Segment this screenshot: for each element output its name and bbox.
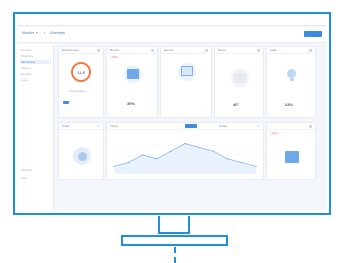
sidebar-item-help[interactable]: Help [21,176,51,180]
chevron-down-icon[interactable]: ▾ [36,31,38,35]
bottom-right-card[interactable]: • alarm [266,122,316,180]
card-title: Light [270,48,277,52]
more-icon[interactable] [309,125,312,128]
data-point [198,146,200,149]
card-header: Chart ▾ [59,123,103,130]
data-point [226,158,229,160]
sidebar: Devices Overview Monitoring Alarms Repor… [18,44,54,210]
sidebar-item-logs[interactable]: Logs [21,78,51,82]
device-icon [285,151,299,163]
card-header: Sensor [161,47,211,54]
more-icon[interactable] [309,49,312,52]
gauge-label: Temperature [69,89,86,93]
breadcrumb-root[interactable]: Monitor [22,31,34,35]
monitor-neck [158,216,190,234]
card-header: Light [267,47,315,54]
more-icon[interactable] [151,49,154,52]
sensor-icon [181,66,193,76]
main-content: Environment 11.8 Temperature Device • of… [58,46,322,206]
more-icon[interactable] [257,49,260,52]
lightbulb-base [289,78,294,81]
lightbulb-icon [287,69,296,78]
more-icon[interactable] [205,49,208,52]
sidebar-item-alarms[interactable]: Alarms [21,66,51,70]
card-title: Chart [62,124,70,128]
range-label[interactable]: Today [219,124,227,128]
chart-title: Trend [110,124,118,128]
data-point [212,150,215,152]
monitor-icon [127,69,139,79]
offline-badge: • offline [110,56,119,59]
bottom-left-card[interactable]: Chart ▾ [58,122,104,180]
chevron-down-icon[interactable]: ▾ [257,124,259,128]
data-point [184,142,186,145]
tab-active[interactable] [185,124,197,128]
card-title: Panel [218,48,226,52]
data-point [241,161,243,164]
device-card-1[interactable]: Device • offline 39% [106,46,158,118]
app-header: Monitor ▾ • Overview [18,27,326,43]
gauge-value: 11.8 [77,70,85,75]
alarm-badge: • alarm [270,132,279,135]
data-point [155,158,158,160]
panel-value: 40° [233,102,240,107]
monitor-frame: Monitor ▾ • Overview Devices Overview Mo… [13,12,331,215]
window-topbar [18,17,326,26]
chevron-down-icon[interactable]: ▾ [97,124,99,128]
data-point [255,165,257,168]
monitor-base [121,235,228,246]
status-card[interactable]: Environment 11.8 Temperature [58,46,104,118]
trend-chart-card[interactable]: Trend Today ▾ [106,122,264,180]
device-card-4[interactable]: Light 23% [266,46,316,118]
device-card-2[interactable]: Sensor ‹ › [160,46,212,118]
light-value: 23% [285,102,294,107]
data-point [127,161,129,164]
more-icon[interactable] [97,49,100,52]
data-point [141,154,144,156]
card-title: Sensor [164,48,174,52]
temperature-gauge: 11.8 [71,62,91,82]
monitor-cable [174,247,176,263]
chevron-left-icon[interactable]: ‹ [166,102,167,106]
device-value: 39% [127,101,136,106]
data-point [113,165,115,168]
data-point [170,150,172,152]
sidebar-item-monitoring[interactable]: Monitoring [21,60,51,64]
primary-action-button[interactable] [304,31,322,37]
chevron-right-icon[interactable]: › [205,102,206,106]
sidebar-item-overview[interactable]: Overview [21,54,51,58]
card-header: Panel [215,47,263,54]
trend-chart [113,142,257,174]
card-header: Trend Today ▾ [107,123,263,130]
card-header: Environment [59,47,103,54]
card-header: Device [107,47,157,54]
sidebar-item-reports[interactable]: Reports [21,72,51,76]
sidebar-item-devices[interactable]: Devices [21,48,51,52]
breadcrumb-current[interactable]: Overview [50,31,65,35]
card-title: Device [110,48,120,52]
status-dot-icon [77,151,87,161]
app-screen: Monitor ▾ • Overview Devices Overview Mo… [18,17,326,210]
status-badge [63,101,69,104]
breadcrumb-separator: • [44,31,46,35]
panel-icon [234,73,246,83]
sidebar-item-settings[interactable]: Settings [21,168,51,172]
card-header [267,123,315,130]
device-card-3[interactable]: Panel 40° [214,46,264,118]
card-title: Environment [62,48,79,52]
